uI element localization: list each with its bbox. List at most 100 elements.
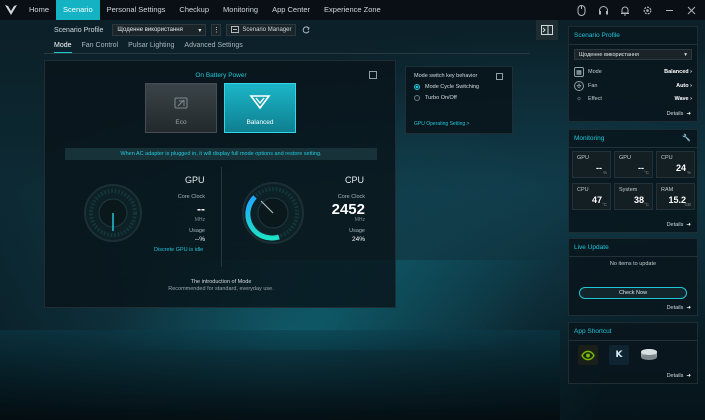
radio-unselected-icon [414, 95, 420, 101]
nav-checkup[interactable]: Checkup [172, 0, 216, 20]
radio-selected-icon [414, 84, 420, 90]
no-updates-text: No items to update [609, 261, 657, 267]
nvidia-app-icon[interactable] [578, 345, 598, 365]
radio-mode-cycle[interactable]: Mode Cycle Switching [414, 84, 479, 90]
tab-fan-control[interactable]: Fan Control [82, 42, 119, 53]
scenario-manager-button[interactable]: Scenario Manager [226, 24, 297, 36]
sidebar-toggle-icon[interactable] [536, 20, 558, 40]
power-source-title: On Battery Power [195, 72, 247, 79]
minimize-icon[interactable] [663, 4, 675, 16]
monitor-cpu-usage: CPU 24% [656, 151, 695, 178]
arrow-right-icon: ➜ [686, 222, 691, 228]
settings-gear-icon[interactable] [641, 4, 653, 16]
cpu-usage-value: 24% [351, 236, 365, 243]
close-icon[interactable] [685, 4, 697, 16]
manager-icon [231, 25, 240, 35]
nav-app-center[interactable]: App Center [265, 0, 317, 20]
tab-mode[interactable]: Mode [54, 42, 72, 53]
gpu-usage-value: --% [194, 236, 205, 243]
scenario-card-dropdown[interactable]: Щоденне використання ▾ [574, 49, 692, 60]
gpu-usage-label: Usage [189, 228, 205, 234]
cpu-title: CPU [345, 175, 365, 185]
live-update-details-link[interactable]: Details ➜ [667, 305, 691, 311]
fan-icon: ✣ [574, 81, 584, 91]
info-icon[interactable] [369, 71, 377, 79]
balanced-mode-button[interactable]: Balanced [224, 83, 296, 133]
scenario-card-dropdown-value: Щоденне використання [579, 51, 639, 58]
profile-dropdown[interactable]: Щоденне використання ▾ [112, 24, 207, 36]
mode-intro-text: Recommended for standard, everyday use. [168, 286, 274, 292]
bell-icon[interactable] [619, 4, 631, 16]
mouse-icon[interactable] [575, 4, 587, 16]
live-update-title: Live Update [574, 244, 609, 251]
scenario-mode-value: Balanced [664, 69, 689, 75]
k-app-icon[interactable]: K [609, 345, 629, 365]
scenario-effect-row[interactable]: ☼ Effect Wave › [574, 94, 692, 104]
gpu-clock-unit: MHz [194, 217, 205, 223]
gpu-idle-link[interactable]: Discrete GPU is idle [154, 247, 203, 253]
tab-pulsar-lighting[interactable]: Pulsar Lighting [128, 42, 174, 53]
monitor-cpu-temp: CPU 47 °C [572, 183, 611, 210]
check-now-button[interactable]: Check Now [579, 287, 687, 299]
turbo-label: Turbo On/Off [425, 95, 457, 101]
cpu-usage-gauge [242, 182, 304, 244]
arrow-right-icon: ➜ [686, 373, 691, 379]
eco-label: Eco [175, 119, 187, 126]
app-shortcut-details-link[interactable]: Details ➜ [667, 373, 691, 379]
info-icon[interactable] [496, 73, 503, 80]
wrench-icon[interactable]: 🔧 [682, 134, 691, 142]
gpu-cpu-divider [221, 167, 222, 267]
headset-icon[interactable] [597, 4, 609, 16]
mode-tabs: Mode Fan Control Pulsar Lighting Advance… [54, 42, 243, 53]
monitor-gpu-usage: GPU --% [572, 151, 611, 178]
nav-personal-settings[interactable]: Personal Settings [100, 0, 173, 20]
cpu-clock-unit: MHz [354, 217, 365, 223]
gpu-clock-label: Core Clock [177, 194, 205, 200]
radio-turbo[interactable]: Turbo On/Off [414, 95, 457, 101]
gpu-clock-value: -- [197, 202, 205, 216]
gpu-operating-setting-link[interactable]: GPU Operating Setting > [414, 121, 469, 127]
eco-mode-button[interactable]: Eco [145, 83, 217, 133]
mode-intro-title: The introduction of Mode [190, 279, 252, 285]
nav-scenario[interactable]: Scenario [56, 0, 100, 20]
mode-icon: ▦ [574, 67, 584, 77]
scenario-card: Scenario Profile Щоденне використання ▾ … [568, 26, 698, 122]
effect-icon: ☼ [576, 96, 582, 102]
gpu-title: GPU [185, 175, 205, 185]
scenario-fan-label: Fan [588, 83, 598, 89]
tab-advanced-settings[interactable]: Advanced Settings [184, 42, 242, 53]
scenario-mode-label: Mode [588, 69, 602, 75]
nav-home[interactable]: Home [22, 0, 56, 20]
scenario-manager-label: Scenario Manager [242, 27, 292, 33]
cpu-usage-label: Usage [349, 228, 365, 234]
scenario-mode-row[interactable]: ▦ Mode Balanced › [574, 67, 692, 77]
scenario-fan-value: Auto [676, 83, 689, 89]
scenario-fan-row[interactable]: ✣ Fan Auto › [574, 81, 692, 91]
live-update-card: Live Update No items to update Check Now… [568, 238, 698, 316]
scenario-details-link[interactable]: Details ➜ [667, 111, 691, 117]
arrow-right-icon: ➜ [686, 111, 691, 117]
cpu-clock-value: 2452 [331, 201, 365, 218]
monitoring-card: Monitoring 🔧 GPU --% GPU -- °C CPU 24% CPU 47… [568, 129, 698, 233]
leaf-icon [173, 96, 189, 113]
monitoring-details-link[interactable]: Details ➜ [667, 222, 691, 228]
top-nav: Home Scenario Personal Settings Checkup … [0, 0, 705, 20]
profile-dropdown-value: Щоденне використання [117, 27, 183, 33]
mode-cycle-label: Mode Cycle Switching [425, 84, 480, 90]
gpu-usage-gauge [84, 184, 142, 242]
scenario-effect-label: Effect [588, 96, 602, 102]
app-shortcut-title: App Shortcut [574, 328, 612, 335]
monitor-ram: RAM 15.2 GB [656, 183, 695, 210]
more-options-icon[interactable]: ⋮ [211, 24, 222, 36]
nav-experience-zone[interactable]: Experience Zone [317, 0, 388, 20]
chevron-down-icon: ▾ [198, 27, 202, 34]
nav-monitoring[interactable]: Monitoring [216, 0, 265, 20]
disk-app-icon[interactable] [639, 345, 659, 365]
app-shortcut-card: App Shortcut K Details ➜ [568, 322, 698, 384]
balance-icon [249, 94, 271, 113]
monitor-system-temp: System 38 °C [614, 183, 653, 210]
refresh-icon[interactable] [301, 24, 311, 36]
cpu-clock-label: Core Clock [337, 194, 365, 200]
profile-row: Scenario Profile Щоденне використання ▾ … [54, 24, 311, 36]
scenario-effect-value: Wave [674, 96, 689, 102]
